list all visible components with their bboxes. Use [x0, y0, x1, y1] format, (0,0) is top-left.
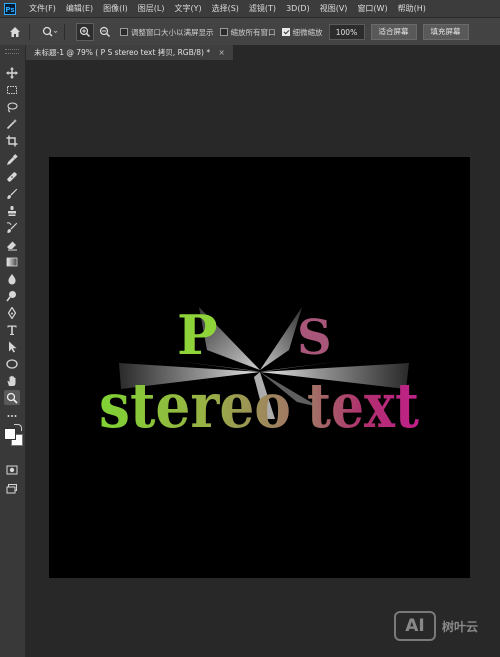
zoom-preset-icon[interactable]: [41, 23, 59, 41]
watermark-logo: AI: [394, 611, 436, 641]
options-bar: 调整窗口大小以满屏显示 缩放所有窗口 细微缩放 100% 适合屏幕 填充屏幕: [0, 17, 500, 46]
panel-grip[interactable]: [5, 49, 19, 54]
zoom-all-windows-checkbox[interactable]: 缩放所有窗口: [219, 27, 276, 38]
gradient-icon[interactable]: [4, 254, 20, 269]
menu-help[interactable]: 帮助(H): [393, 3, 431, 14]
screen-mode-icon[interactable]: [4, 481, 20, 496]
resize-windows-checkbox[interactable]: 调整窗口大小以满屏显示: [120, 27, 214, 38]
watermark: AI 树叶云: [394, 606, 494, 646]
menu-window[interactable]: 窗口(W): [352, 3, 392, 14]
fill-screen-button[interactable]: 填充屏幕: [422, 24, 469, 40]
menu-select[interactable]: 选择(S): [207, 3, 244, 14]
foreground-color-swatch[interactable]: [4, 428, 16, 440]
pen-icon[interactable]: [4, 305, 20, 320]
zoom-out-icon[interactable]: [96, 23, 114, 41]
menu-type[interactable]: 文字(Y): [169, 3, 206, 14]
menu-image[interactable]: 图像(I): [98, 3, 133, 14]
divider: [64, 24, 65, 40]
path-select-icon[interactable]: [4, 339, 20, 354]
document-tab-bar: 未标题-1 @ 79% ( P S stereo text 拷贝, RGB/8)…: [26, 45, 500, 60]
healing-icon[interactable]: [4, 169, 20, 184]
fit-screen-button[interactable]: 适合屏幕: [370, 24, 417, 40]
zoom-in-icon[interactable]: [76, 23, 94, 41]
menu-view[interactable]: 视图(V): [315, 3, 353, 14]
close-icon[interactable]: ×: [219, 48, 225, 57]
dodge-icon[interactable]: [4, 288, 20, 303]
marquee-icon[interactable]: [4, 82, 20, 97]
menu-filter[interactable]: 滤镜(T): [244, 3, 281, 14]
blur-icon[interactable]: [4, 271, 20, 286]
scrubby-zoom-checkbox[interactable]: 细微缩放: [281, 27, 323, 38]
scrubby-zoom-label: 细微缩放: [292, 27, 323, 37]
checkbox-box[interactable]: [120, 28, 128, 36]
zoom-percent-field[interactable]: 100%: [328, 24, 365, 40]
eyedropper-icon[interactable]: [4, 152, 20, 167]
word-stereo: stereo: [99, 369, 291, 442]
menu-3d[interactable]: 3D(D): [281, 4, 315, 13]
zoom-all-windows-label: 缩放所有窗口: [230, 27, 276, 37]
watermark-text: 树叶云: [442, 619, 479, 634]
hand-icon[interactable]: [4, 373, 20, 388]
type-icon[interactable]: [4, 322, 20, 337]
menu-bar: Ps 文件(F) 编辑(E) 图像(I) 图层(L) 文字(Y) 选择(S) 滤…: [0, 0, 500, 17]
stereo-text-artwork: P S stereo text: [99, 303, 419, 442]
document-tab-label: 未标题-1 @ 79% ( P S stereo text 拷贝, RGB/8)…: [34, 48, 211, 57]
document-tab[interactable]: 未标题-1 @ 79% ( P S stereo text 拷贝, RGB/8)…: [26, 45, 233, 60]
menu-edit[interactable]: 编辑(E): [61, 3, 98, 14]
extrusion-ray: [260, 307, 302, 370]
crop-icon[interactable]: [4, 133, 20, 148]
menu-file[interactable]: 文件(F): [24, 3, 61, 14]
lasso-icon[interactable]: [4, 99, 20, 114]
magic-wand-icon[interactable]: [4, 116, 20, 131]
quick-mask-icon[interactable]: [4, 462, 20, 477]
stamp-icon[interactable]: [4, 203, 20, 218]
letter-p: P: [177, 303, 218, 367]
move-icon[interactable]: [4, 65, 20, 80]
document-canvas[interactable]: P S stereo text: [49, 157, 470, 578]
brush-icon[interactable]: [4, 186, 20, 201]
checkbox-box[interactable]: [219, 28, 228, 36]
home-icon[interactable]: [6, 23, 24, 41]
photoshop-logo[interactable]: Ps: [4, 2, 16, 15]
checkbox-box[interactable]: [281, 28, 290, 36]
more-tools-icon[interactable]: [4, 408, 20, 423]
zoom-tool-icon[interactable]: [4, 390, 20, 405]
resize-windows-label: 调整窗口大小以满屏显示: [131, 27, 214, 37]
color-swatches[interactable]: [3, 424, 23, 446]
tools-panel: [0, 45, 26, 657]
eraser-icon[interactable]: [4, 237, 20, 252]
menu-layer[interactable]: 图层(L): [133, 3, 170, 14]
divider: [29, 24, 30, 40]
letter-s: S: [297, 310, 332, 366]
ellipse-icon[interactable]: [4, 356, 20, 371]
word-text: text: [307, 369, 419, 442]
history-brush-icon[interactable]: [4, 220, 20, 235]
